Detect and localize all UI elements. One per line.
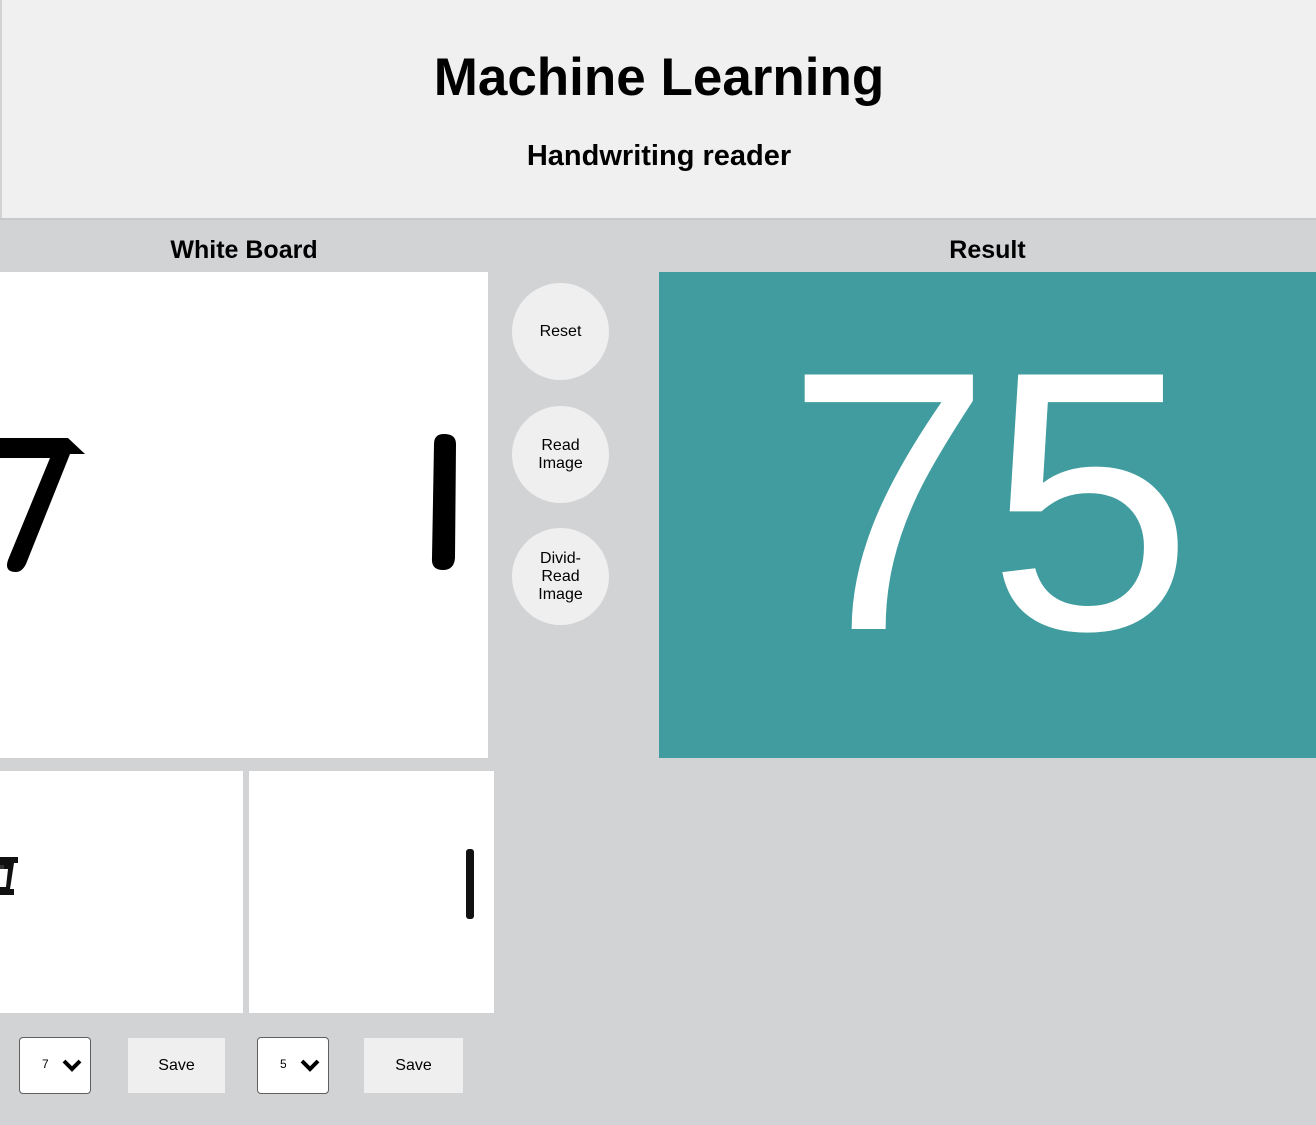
whiteboard-canvas[interactable]: [0, 272, 488, 758]
crop-stroke-one: [466, 849, 474, 919]
header-divider: [0, 218, 1316, 220]
chevron-down-icon: [300, 1059, 320, 1072]
drawn-stroke-seven: [0, 438, 85, 572]
digit-label-select-1[interactable]: 7: [19, 1037, 91, 1094]
page-header: Machine Learning Handwriting reader: [2, 0, 1316, 218]
divid-label-line1: Divid-: [540, 549, 581, 567]
chevron-down-icon: [62, 1059, 82, 1072]
read-image-button-label: Read Image: [531, 437, 591, 473]
whiteboard-drawing: [0, 434, 456, 572]
read-image-label-line1: Read: [541, 436, 580, 454]
result-panel: 75: [659, 272, 1316, 758]
digit-crop-1-image: [0, 857, 18, 895]
save-button-2[interactable]: Save: [364, 1038, 463, 1093]
digit-label-select-1-value: 7: [42, 1057, 48, 1071]
digit-crop-2: [249, 771, 494, 1013]
read-image-button[interactable]: Read Image: [512, 406, 609, 503]
divid-label-line2: Read: [541, 567, 580, 585]
divid-read-image-button-label: Divid- Read Image: [531, 550, 591, 604]
divid-read-image-button[interactable]: Divid- Read Image: [512, 528, 609, 625]
result-value: 75: [785, 295, 1194, 708]
reset-button-label: Reset: [539, 322, 582, 340]
save-button-1[interactable]: Save: [128, 1038, 225, 1093]
read-image-label-line2: Image: [538, 454, 583, 472]
digit-label-select-2-value: 5: [280, 1057, 286, 1071]
reset-button[interactable]: Reset: [512, 283, 609, 380]
crop-stroke-seven: [0, 857, 18, 895]
page-title: Machine Learning: [433, 48, 885, 107]
whiteboard-title: White Board: [170, 236, 318, 264]
digit-crop-1: [0, 771, 243, 1013]
result-title: Result: [949, 236, 1026, 264]
page-subtitle: Handwriting reader: [526, 140, 792, 172]
drawn-stroke-one: [431, 434, 456, 570]
divid-label-line3: Image: [538, 585, 583, 603]
digit-label-select-2[interactable]: 5: [257, 1037, 329, 1094]
digit-crop-2-image: [466, 849, 474, 919]
